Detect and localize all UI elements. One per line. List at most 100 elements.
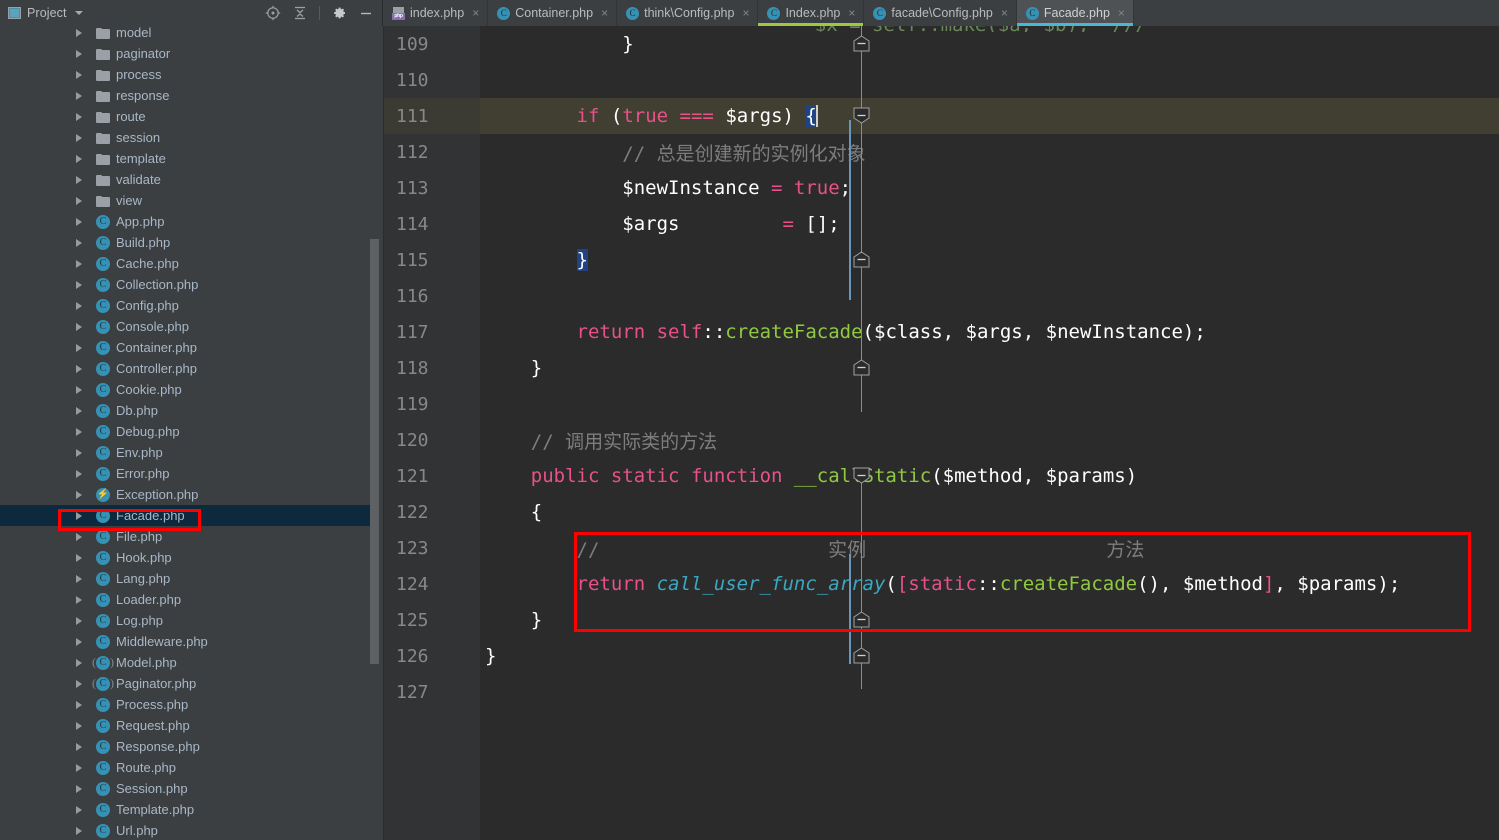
tree-item-facade-php[interactable]: C Facade.php	[0, 505, 383, 526]
tree-item-response-php[interactable]: C Response.php	[0, 736, 383, 757]
tree-item-lang-php[interactable]: C Lang.php	[0, 568, 383, 589]
code-line-112[interactable]: 112 // 总是创建新的实例化对象	[384, 134, 1499, 170]
tree-item-validate[interactable]: validate	[0, 169, 383, 190]
chevron-down-icon[interactable]	[74, 11, 83, 15]
fold-end-icon[interactable]	[853, 359, 870, 376]
editor-tab-container-php[interactable]: C Container.php ×	[488, 0, 618, 26]
expand-arrow-icon[interactable]	[76, 763, 88, 772]
code-line-115[interactable]: 115 }	[384, 242, 1499, 278]
editor-tab-think-config-php[interactable]: Cthink\Config.php ×	[617, 0, 759, 26]
expand-arrow-icon[interactable]	[76, 385, 88, 394]
tree-item-view[interactable]: view	[0, 190, 383, 211]
editor-tab-facade-php[interactable]: C Facade.php ×	[1016, 0, 1134, 26]
close-icon[interactable]: ×	[472, 7, 479, 19]
tree-item-app-php[interactable]: C App.php	[0, 211, 383, 232]
tree-item-template-php[interactable]: C Template.php	[0, 799, 383, 820]
tree-item-cache-php[interactable]: C Cache.php	[0, 253, 383, 274]
gear-icon[interactable]	[331, 5, 347, 21]
tree-item-session[interactable]: session	[0, 127, 383, 148]
expand-arrow-icon[interactable]	[76, 511, 88, 520]
code-line-117[interactable]: 117 return self::createFacade($class, $a…	[384, 314, 1499, 350]
expand-arrow-icon[interactable]	[76, 616, 88, 625]
expand-arrow-icon[interactable]	[76, 721, 88, 730]
code-line-125[interactable]: 125 }	[384, 602, 1499, 638]
fold-start-icon[interactable]	[853, 107, 870, 124]
tree-item-route[interactable]: route	[0, 106, 383, 127]
tree-item-console-php[interactable]: C Console.php	[0, 316, 383, 337]
expand-arrow-icon[interactable]	[76, 112, 88, 121]
code-line-118[interactable]: 118 }	[384, 350, 1499, 386]
expand-arrow-icon[interactable]	[76, 154, 88, 163]
close-icon[interactable]: ×	[1001, 7, 1008, 19]
expand-arrow-icon[interactable]	[76, 322, 88, 331]
tree-item-cookie-php[interactable]: C Cookie.php	[0, 379, 383, 400]
tree-item-model[interactable]: model	[0, 26, 383, 43]
fold-end-icon[interactable]	[853, 35, 870, 52]
tree-item-config-php[interactable]: C Config.php	[0, 295, 383, 316]
tree-item-template[interactable]: template	[0, 148, 383, 169]
fold-end-icon[interactable]	[853, 647, 870, 664]
expand-arrow-icon[interactable]	[76, 406, 88, 415]
editor-tab-facade-config-php[interactable]: Cfacade\Config.php ×	[864, 0, 1017, 26]
tree-item-route-php[interactable]: C Route.php	[0, 757, 383, 778]
project-panel-title-group[interactable]: Project	[8, 6, 83, 20]
code-line-113[interactable]: 113 $newInstance = true;	[384, 170, 1499, 206]
tree-item-request-php[interactable]: C Request.php	[0, 715, 383, 736]
expand-arrow-icon[interactable]	[76, 469, 88, 478]
tree-item-model-php[interactable]: CModel.php	[0, 652, 383, 673]
tree-item-log-php[interactable]: C Log.php	[0, 610, 383, 631]
code-editor[interactable]: $x = self::make($a, $b); /// 109 }110111…	[384, 26, 1499, 840]
expand-arrow-icon[interactable]	[76, 700, 88, 709]
fold-start-icon[interactable]	[853, 467, 870, 484]
expand-arrow-icon[interactable]	[76, 28, 88, 37]
expand-arrow-icon[interactable]	[76, 553, 88, 562]
close-icon[interactable]: ×	[742, 7, 749, 19]
code-line-119[interactable]: 119	[384, 386, 1499, 422]
expand-arrow-icon[interactable]	[76, 70, 88, 79]
tree-item-env-php[interactable]: C Env.php	[0, 442, 383, 463]
expand-arrow-icon[interactable]	[76, 448, 88, 457]
tree-item-paginator[interactable]: paginator	[0, 43, 383, 64]
fold-end-icon[interactable]	[853, 251, 870, 268]
editor-tab-index-php[interactable]: php index.php ×	[383, 0, 489, 26]
code-line-120[interactable]: 120 // 调用实际类的方法	[384, 422, 1499, 458]
close-icon[interactable]: ×	[848, 7, 855, 19]
expand-arrow-icon[interactable]	[76, 742, 88, 751]
expand-arrow-icon[interactable]	[76, 805, 88, 814]
tree-item-response[interactable]: response	[0, 85, 383, 106]
code-line-116[interactable]: 116	[384, 278, 1499, 314]
expand-arrow-icon[interactable]	[76, 826, 88, 835]
sidebar-scrollbar-thumb[interactable]	[370, 239, 379, 664]
expand-arrow-icon[interactable]	[76, 91, 88, 100]
tree-item-paginator-php[interactable]: CPaginator.php	[0, 673, 383, 694]
tree-item-controller-php[interactable]: C Controller.php	[0, 358, 383, 379]
collapse-all-icon[interactable]	[292, 5, 308, 21]
tree-item-exception-php[interactable]: Exception.php	[0, 484, 383, 505]
close-icon[interactable]: ×	[1118, 7, 1125, 19]
expand-arrow-icon[interactable]	[76, 133, 88, 142]
expand-arrow-icon[interactable]	[76, 280, 88, 289]
expand-arrow-icon[interactable]	[76, 784, 88, 793]
locate-target-icon[interactable]	[265, 5, 281, 21]
expand-arrow-icon[interactable]	[76, 196, 88, 205]
code-line-114[interactable]: 114 $args = [];	[384, 206, 1499, 242]
expand-arrow-icon[interactable]	[76, 364, 88, 373]
tree-item-collection-php[interactable]: C Collection.php	[0, 274, 383, 295]
tree-item-loader-php[interactable]: C Loader.php	[0, 589, 383, 610]
tree-item-process-php[interactable]: C Process.php	[0, 694, 383, 715]
tree-item-url-php[interactable]: C Url.php	[0, 820, 383, 840]
tree-item-session-php[interactable]: C Session.php	[0, 778, 383, 799]
tree-item-build-php[interactable]: C Build.php	[0, 232, 383, 253]
code-line-111[interactable]: 111 if (true === $args) {	[384, 98, 1499, 134]
code-line-124[interactable]: 124 return call_user_func_array([static:…	[384, 566, 1499, 602]
expand-arrow-icon[interactable]	[76, 658, 88, 667]
expand-arrow-icon[interactable]	[76, 49, 88, 58]
code-lines[interactable]: 109 } 110 111 if (true === $args) {112 // …	[384, 26, 1499, 840]
expand-arrow-icon[interactable]	[76, 532, 88, 541]
minimize-icon[interactable]	[358, 5, 374, 21]
expand-arrow-icon[interactable]	[76, 595, 88, 604]
tree-item-error-php[interactable]: C Error.php	[0, 463, 383, 484]
code-line-121[interactable]: 121 public static function __callStatic(…	[384, 458, 1499, 494]
tree-item-process[interactable]: process	[0, 64, 383, 85]
expand-arrow-icon[interactable]	[76, 259, 88, 268]
